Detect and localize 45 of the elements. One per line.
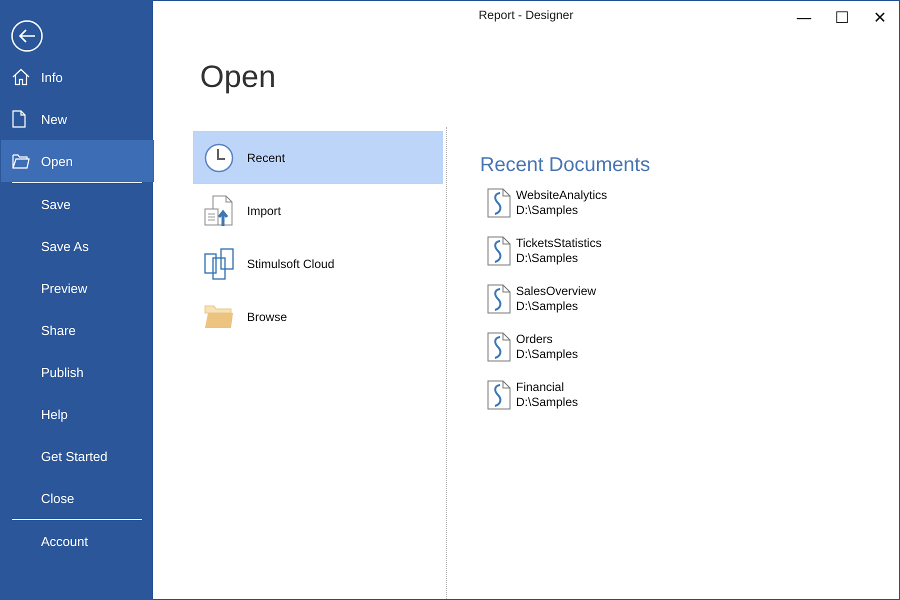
page-icon — [12, 110, 26, 128]
minimize-button[interactable]: — — [785, 1, 823, 33]
sidebar-item[interactable]: Share — [1, 309, 154, 351]
document-name[interactable]: SalesOverview — [516, 284, 596, 299]
sidebar-item[interactable]: Preview — [1, 267, 154, 309]
source-item[interactable]: Stimulsoft Cloud — [193, 237, 443, 290]
sidebar-item[interactable]: Get Started — [1, 435, 154, 477]
report-file-icon — [487, 236, 511, 266]
folder-icon — [204, 304, 234, 328]
document-path: D:\Samples — [516, 299, 580, 314]
folder-icon — [12, 154, 30, 168]
window-title: Report - Designer — [478, 8, 574, 22]
sidebar-item[interactable]: Open — [1, 140, 154, 182]
cloud-documents-icon — [204, 248, 234, 280]
sidebar-item[interactable]: New — [1, 98, 154, 140]
import-document-icon — [204, 194, 234, 226]
report-file-icon — [487, 188, 511, 218]
close-button[interactable]: ✕ — [861, 1, 899, 33]
sidebar-item[interactable]: Info — [1, 56, 154, 98]
source-item[interactable]: Recent — [193, 131, 443, 184]
page-heading: Open — [200, 59, 277, 95]
source-item[interactable]: Browse — [193, 290, 443, 343]
report-file-icon — [487, 332, 511, 362]
home-icon — [12, 68, 30, 86]
sidebar-item[interactable]: Help — [1, 393, 154, 435]
document-name[interactable]: WebsiteAnalytics — [516, 188, 608, 203]
document-name[interactable]: Financial — [516, 380, 578, 395]
document-path: D:\Samples — [516, 395, 578, 410]
document-path: D:\Samples — [516, 203, 580, 218]
report-file-icon — [487, 380, 511, 410]
document-name[interactable]: TicketsStatistics — [516, 236, 602, 251]
sidebar-item[interactable]: Account — [1, 520, 154, 562]
document-name[interactable]: Orders — [516, 332, 578, 347]
sidebar-item[interactable]: Close — [1, 477, 154, 519]
document-path: D:\Samples — [516, 251, 580, 266]
sidebar-item[interactable]: Publish — [1, 351, 154, 393]
sidebar-item[interactable]: Save — [1, 183, 154, 225]
clock-icon — [204, 142, 234, 172]
maximize-button[interactable]: ☐ — [823, 1, 861, 33]
section-heading: Recent Documents — [480, 154, 650, 177]
source-item[interactable]: Import — [193, 184, 443, 237]
sidebar-item[interactable]: Save As — [1, 225, 154, 267]
report-file-icon — [487, 284, 511, 314]
document-path: D:\Samples — [516, 347, 578, 362]
back-icon[interactable] — [11, 20, 43, 52]
